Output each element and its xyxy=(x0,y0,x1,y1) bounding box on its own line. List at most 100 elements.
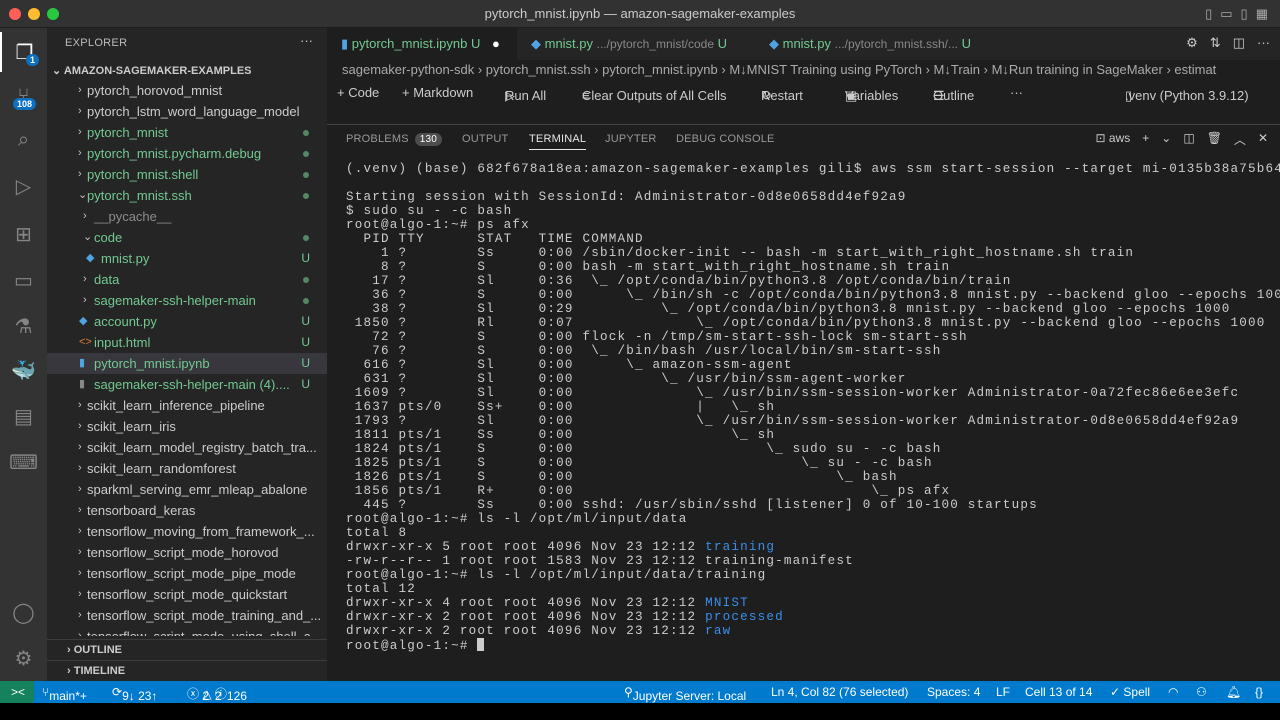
tree-item[interactable]: ◆ mnist.py U xyxy=(47,248,327,269)
compare-icon[interactable]: ⇅ xyxy=(1210,35,1221,51)
search-icon[interactable]: ⌕ xyxy=(0,120,47,160)
terminal-output[interactable]: (.venv) (base) 682f678a18ea:amazon-sagem… xyxy=(346,162,1280,653)
terminal-text: 38 ? Sl 0:29 \_ /opt/conda/bin/python3.8… xyxy=(346,302,1231,316)
tree-item[interactable]: › scikit_learn_randomforest xyxy=(47,458,327,479)
tree-item[interactable]: ▮ pytorch_mnist.ipynb U xyxy=(47,353,327,374)
tree-item[interactable]: › scikit_learn_inference_pipeline xyxy=(47,395,327,416)
toggle-panel-icon[interactable]: ▭ xyxy=(1220,6,1232,22)
tree-item[interactable]: › pytorch_mnist.shell xyxy=(47,164,327,185)
maximize-panel-icon[interactable]: ︿ xyxy=(1234,131,1246,148)
breadcrumb-item[interactable]: estimat xyxy=(1174,62,1216,77)
terminal-line: 38 ? Sl 0:29 \_ /opt/conda/bin/python3.8… xyxy=(346,302,1280,316)
indentation[interactable]: Spaces: 4 xyxy=(927,685,980,699)
cursor-position[interactable]: Ln 4, Col 82 (76 selected) xyxy=(771,685,908,699)
tab-mnist-py-ssh[interactable]: ◆ mnist.py .../pytorch_mnist.ssh/... U xyxy=(755,28,1015,60)
copilot-icon[interactable]: {} xyxy=(1255,685,1263,699)
customize-layout-icon[interactable]: ▦ xyxy=(1256,6,1268,22)
tab-problems[interactable]: PROBLEMS 130 xyxy=(346,133,443,146)
problems-status[interactable]: ⓧ 2 △ 2 ⓘ 126 xyxy=(187,685,247,703)
docker-icon[interactable]: 🐳 xyxy=(0,350,47,390)
terminal-icon[interactable]: ⌨ xyxy=(0,442,47,482)
toggle-secondary-sidebar-icon[interactable]: ▯ xyxy=(1241,6,1248,22)
tree-item[interactable]: › tensorboard_keras xyxy=(47,500,327,521)
tree-item[interactable]: › tensorflow_script_mode_training_and_... xyxy=(47,605,327,626)
outline-section[interactable]: › OUTLINE xyxy=(47,639,327,660)
terminal-line: 1825 pts/1 S 0:00 \_ su - -c bash xyxy=(346,456,1280,470)
notebook-icon[interactable]: ▤ xyxy=(0,396,47,436)
terminal-selector[interactable]: ⊡ aws xyxy=(1096,131,1131,148)
cell-indicator[interactable]: Cell 13 of 14 xyxy=(1025,685,1092,699)
tree-item[interactable]: › data xyxy=(47,269,327,290)
settings-icon[interactable]: ⚙ xyxy=(1186,35,1198,51)
notifications-bell-icon[interactable]: 🔔︎ xyxy=(1226,685,1241,699)
tree-item[interactable]: ◆ account.py U xyxy=(47,311,327,332)
breadcrumb-item[interactable]: M↓Train xyxy=(934,62,980,77)
chevron-down-icon[interactable]: ⌄ xyxy=(1161,131,1171,148)
tab-output[interactable]: OUTPUT xyxy=(462,133,508,145)
tree-item[interactable]: › __pycache__ xyxy=(47,206,327,227)
tree-item[interactable]: › tensorflow_moving_from_framework_... xyxy=(47,521,327,542)
sync-status[interactable]: ⟳ 9↓ 23↑ xyxy=(112,685,157,703)
tree-item[interactable]: ⌄ pytorch_mnist.ssh xyxy=(47,185,327,206)
explorer-icon[interactable]: ❐ 1 xyxy=(0,32,47,72)
tab-terminal[interactable]: TERMINAL xyxy=(529,133,587,150)
tree-item[interactable]: › pytorch_horovod_mnist xyxy=(47,80,327,101)
terminal-text: PID TTY STAT TIME COMMAND xyxy=(346,232,644,246)
breadcrumb-item[interactable]: sagemaker-python-sdk xyxy=(342,62,474,77)
spell-check[interactable]: ✓ Spell xyxy=(1110,685,1150,699)
tree-item[interactable]: › pytorch_lstm_word_language_model xyxy=(47,101,327,122)
run-debug-icon[interactable]: ▷ xyxy=(0,166,47,206)
add-markdown-cell-button[interactable]: + Markdown xyxy=(402,85,473,100)
tree-item[interactable]: ⌄ code xyxy=(47,227,327,248)
breadcrumb-item[interactable]: pytorch_mnist.ssh xyxy=(486,62,591,77)
accounts-icon[interactable]: ◯ xyxy=(0,592,47,632)
jupyter-server-status[interactable]: ⚲ Jupyter Server: Local xyxy=(624,685,746,703)
more-icon[interactable]: ··· xyxy=(1257,35,1270,51)
tree-item[interactable]: <> input.html U xyxy=(47,332,327,353)
more-button[interactable]: ··· xyxy=(1010,85,1023,100)
breadcrumb-item[interactable]: M↓MNIST Training using PyTorch xyxy=(729,62,922,77)
tree-item[interactable]: › scikit_learn_model_registry_batch_tra..… xyxy=(47,437,327,458)
tab-pytorch-mnist-ipynb[interactable]: ▮ pytorch_mnist.ipynb U ● xyxy=(327,28,517,60)
branch-status[interactable]: ⑂ main*+ xyxy=(42,685,87,703)
tab-jupyter[interactable]: JUPYTER xyxy=(605,133,657,145)
notebook-editor[interactable] xyxy=(327,106,1280,124)
live-share-icon[interactable]: ⚇ xyxy=(1196,685,1207,699)
trash-icon[interactable]: 🗑 xyxy=(1207,131,1222,148)
eol[interactable]: LF xyxy=(996,685,1010,699)
extensions-icon[interactable]: ⊞ xyxy=(0,214,47,254)
source-control-icon[interactable]: ⑂ 108 xyxy=(0,76,47,116)
tree-item[interactable]: › tensorflow_script_mode_quickstart xyxy=(47,584,327,605)
tree-item[interactable]: ▮ sagemaker-ssh-helper-main (4).... U xyxy=(47,374,327,395)
remote-indicator[interactable]: >< xyxy=(0,681,34,703)
toggle-sidebar-icon[interactable]: ▯ xyxy=(1205,6,1212,22)
terminal-text: root@algo-1:~# ls -l /opt/ml/input/data xyxy=(346,512,688,526)
split-terminal-icon[interactable]: ◫ xyxy=(1183,131,1194,148)
tree-item[interactable]: › tensorflow_script_mode_pipe_mode xyxy=(47,563,327,584)
split-editor-icon[interactable]: ◫ xyxy=(1233,35,1245,51)
tree-item[interactable]: › sagemaker-ssh-helper-main xyxy=(47,290,327,311)
tree-item-label: data xyxy=(94,272,120,287)
tree-item[interactable]: › sparkml_serving_emr_mleap_abalone xyxy=(47,479,327,500)
terminal-text: drwxr-xr-x 2 root root 4096 Nov 23 12:12 xyxy=(346,610,706,624)
more-actions-button[interactable]: ··· xyxy=(300,33,313,48)
tree-item[interactable]: › pytorch_mnist.pycharm.debug xyxy=(47,143,327,164)
chevron-right-icon: › xyxy=(78,609,82,621)
testing-icon[interactable]: ⚗ xyxy=(0,306,47,346)
breadcrumb-item[interactable]: pytorch_mnist.ipynb xyxy=(602,62,718,77)
unsaved-dot-icon[interactable]: ● xyxy=(492,36,500,51)
close-panel-icon[interactable]: ✕ xyxy=(1258,131,1268,148)
add-code-cell-button[interactable]: + Code xyxy=(337,85,379,100)
modified-dot-icon xyxy=(303,298,309,304)
new-terminal-icon[interactable]: + xyxy=(1142,131,1149,148)
breadcrumb-item[interactable]: M↓Run training in SageMaker xyxy=(992,62,1163,77)
remote-explorer-icon[interactable]: ▭ xyxy=(0,260,47,300)
tree-item[interactable]: › scikit_learn_iris xyxy=(47,416,327,437)
tree-item[interactable]: › pytorch_mnist xyxy=(47,122,327,143)
tree-item[interactable]: › tensorflow_script_mode_horovod xyxy=(47,542,327,563)
tree-item[interactable]: › tensorflow_script_mode_using_shell_c... xyxy=(47,626,327,636)
settings-gear-icon[interactable]: ⚙ xyxy=(0,638,47,678)
timeline-section[interactable]: › TIMELINE xyxy=(47,660,327,681)
tab-debug-console[interactable]: DEBUG CONSOLE xyxy=(676,133,775,145)
tab-mnist-py-code[interactable]: ◆ mnist.py .../pytorch_mnist/code U xyxy=(517,28,755,60)
